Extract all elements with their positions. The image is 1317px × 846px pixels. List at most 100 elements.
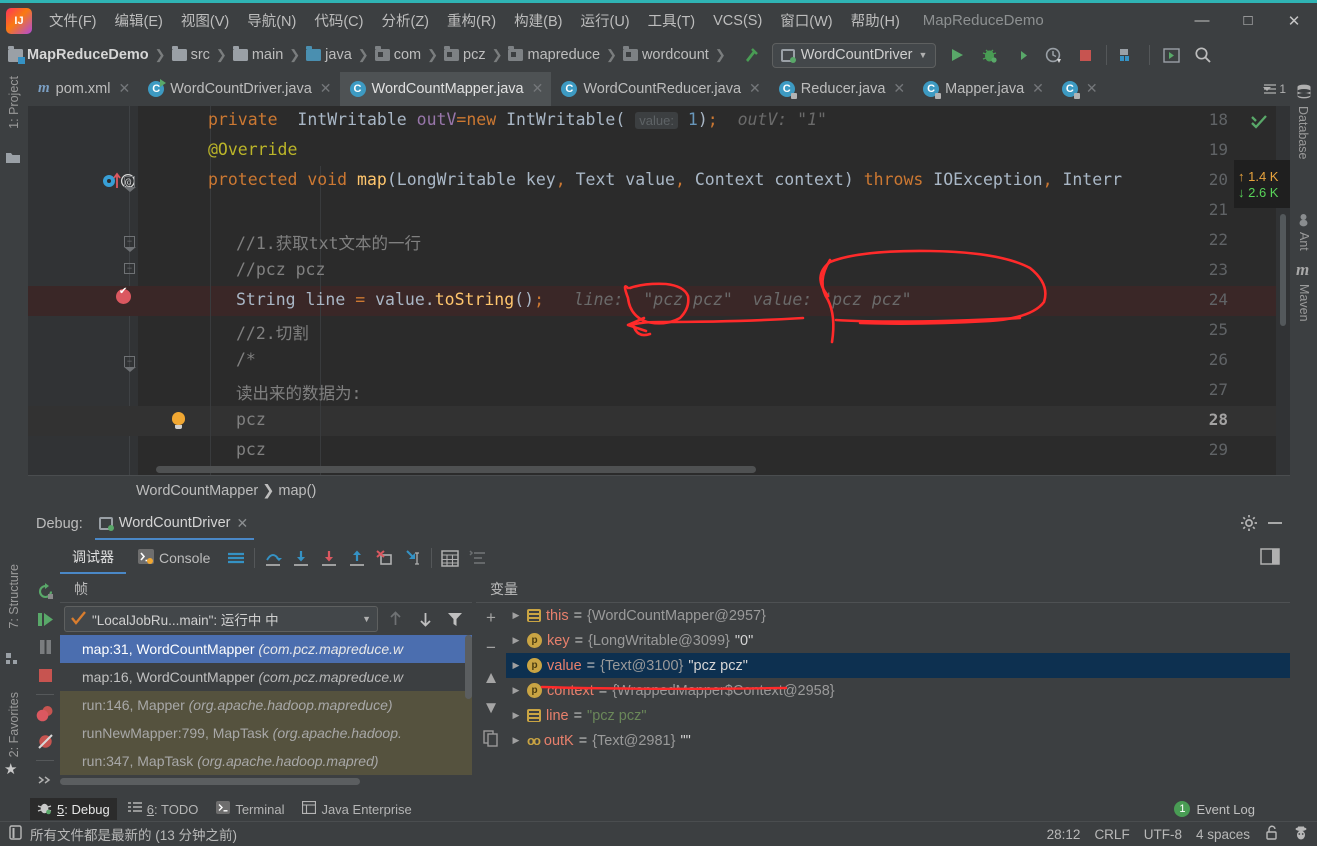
frame-up-icon[interactable] bbox=[382, 606, 408, 632]
frame-item[interactable]: runNewMapper:799, MapTask (org.apache.ha… bbox=[60, 719, 472, 747]
hector-inspection-icon[interactable] bbox=[1293, 825, 1309, 844]
menu-refactor[interactable]: 重构(R) bbox=[438, 7, 505, 34]
profiler-icon[interactable] bbox=[1038, 41, 1068, 69]
tool-window-button-java-enterprise[interactable]: Java Enterprise bbox=[295, 798, 418, 820]
tabs-overflow-control[interactable]: 1 bbox=[1262, 72, 1290, 106]
add-watch-icon[interactable]: + bbox=[479, 606, 503, 630]
breadcrumb-mapreduce[interactable]: mapreduce bbox=[506, 43, 602, 67]
event-log-button[interactable]: 1 Event Log bbox=[1174, 797, 1255, 821]
code-editor[interactable]: 18 19 20 21 22 23 24 25 26 27 28 29 @ − … bbox=[28, 106, 1290, 475]
close-icon[interactable]: ✕ bbox=[1086, 80, 1098, 97]
menu-run[interactable]: 运行(U) bbox=[571, 7, 638, 34]
fold-region-icon[interactable]: − bbox=[124, 356, 136, 372]
tab-reducer[interactable]: C Reducer.java ✕ bbox=[769, 72, 913, 106]
drop-frame-icon[interactable] bbox=[371, 545, 399, 571]
tab-console[interactable]: Console bbox=[126, 542, 222, 574]
tab-wordcountmapper[interactable]: C WordCountMapper.java ✕ bbox=[339, 72, 552, 106]
breadcrumb-com[interactable]: com bbox=[373, 43, 423, 67]
lock-icon[interactable] bbox=[1264, 825, 1279, 843]
copy-value-icon[interactable] bbox=[479, 726, 503, 750]
debug-button[interactable] bbox=[974, 41, 1004, 69]
frame-list[interactable]: map:31, WordCountMapper (com.pcz.mapredu… bbox=[60, 635, 472, 785]
step-out-icon[interactable] bbox=[343, 545, 371, 571]
breadcrumb-project[interactable]: MapReduceDemo bbox=[6, 43, 151, 67]
menu-analyze[interactable]: 分析(Z) bbox=[372, 7, 438, 34]
tool-window-favorites[interactable]: 2: Favorites bbox=[7, 692, 21, 757]
show-execution-point-icon[interactable] bbox=[222, 545, 250, 571]
project-structure-icon[interactable] bbox=[1113, 41, 1143, 69]
rerun-icon[interactable] bbox=[32, 579, 58, 605]
run-to-cursor-icon[interactable] bbox=[399, 545, 427, 571]
close-icon[interactable]: ✕ bbox=[532, 80, 544, 97]
sort-variables-icon[interactable] bbox=[464, 545, 492, 571]
frame-item[interactable]: map:16, WordCountMapper (com.pcz.mapredu… bbox=[60, 663, 472, 691]
settings-gear-icon[interactable] bbox=[1240, 514, 1258, 535]
menu-edit[interactable]: 编辑(E) bbox=[106, 7, 172, 34]
variable-row[interactable]: ▶ oo outK = {Text@2981} "" bbox=[506, 728, 1290, 753]
hide-panel-icon[interactable] bbox=[1266, 514, 1284, 535]
resume-program-icon[interactable] bbox=[32, 607, 58, 633]
frame-item[interactable]: run:347, MapTask (org.apache.hadoop.mapr… bbox=[60, 747, 472, 775]
remove-watch-icon[interactable]: − bbox=[479, 636, 503, 660]
evaluate-expression-icon[interactable] bbox=[436, 545, 464, 571]
frames-vertical-scrollbar[interactable] bbox=[465, 635, 472, 699]
tool-window-button-debug[interactable]: 5: Debug bbox=[30, 798, 117, 820]
close-icon[interactable]: ✕ bbox=[749, 80, 761, 97]
build-hammer-icon[interactable] bbox=[736, 41, 766, 69]
tab-debugger[interactable]: 调试器 bbox=[60, 542, 126, 574]
thread-selector[interactable]: "LocalJobRu...main": 运行中 中 ▼ bbox=[64, 606, 378, 632]
menu-view[interactable]: 视图(V) bbox=[172, 7, 238, 34]
tool-window-button-terminal[interactable]: Terminal bbox=[209, 798, 291, 820]
mute-breakpoints-icon[interactable] bbox=[32, 729, 58, 755]
run-with-coverage-icon[interactable] bbox=[1006, 41, 1036, 69]
step-over-icon[interactable] bbox=[259, 545, 287, 571]
close-icon[interactable]: ✕ bbox=[118, 80, 130, 97]
menu-code[interactable]: 代码(C) bbox=[305, 7, 372, 34]
expand-triangle-icon[interactable]: ▶ bbox=[510, 710, 522, 721]
expand-triangle-icon[interactable]: ▶ bbox=[510, 660, 522, 671]
tab-pom-xml[interactable]: m pom.xml ✕ bbox=[28, 72, 138, 106]
file-encoding[interactable]: UTF-8 bbox=[1144, 827, 1182, 842]
move-up-icon[interactable]: ▲ bbox=[479, 666, 503, 690]
variable-row[interactable]: ▶ p context = {WrappedMapper$Context@295… bbox=[506, 678, 1290, 703]
tool-window-project[interactable]: 1: Project bbox=[7, 76, 21, 129]
minimize-button[interactable]: — bbox=[1179, 3, 1225, 38]
menu-navigate[interactable]: 导航(N) bbox=[238, 7, 305, 34]
variable-row[interactable]: ▶ this = {WordCountMapper@2957} bbox=[506, 603, 1290, 628]
expand-triangle-icon[interactable]: ▶ bbox=[510, 610, 522, 621]
variable-row[interactable]: ▶ p value = {Text@3100} "pcz pcz" bbox=[506, 653, 1290, 678]
pause-program-icon[interactable] bbox=[32, 634, 58, 660]
variable-row[interactable]: ▶ p key = {LongWritable@3099} "0" bbox=[506, 628, 1290, 653]
tab-wordcountreducer[interactable]: C WordCountReducer.java ✕ bbox=[551, 72, 768, 106]
inspection-status-icon[interactable] bbox=[1250, 114, 1268, 133]
line-separator[interactable]: CRLF bbox=[1094, 827, 1129, 842]
breadcrumb-class[interactable]: WordCountMapper bbox=[136, 483, 258, 499]
restore-debug-layout-icon[interactable] bbox=[1260, 548, 1280, 568]
breadcrumb-method[interactable]: map() bbox=[278, 483, 316, 499]
breakpoint-icon[interactable] bbox=[116, 286, 131, 304]
tool-window-button-todo[interactable]: 6: TODO bbox=[121, 798, 206, 820]
tab-partial[interactable]: C ✕ bbox=[1052, 72, 1106, 106]
tool-window-ant[interactable]: Ant bbox=[1297, 232, 1311, 251]
expand-triangle-icon[interactable]: ▶ bbox=[510, 735, 522, 746]
breadcrumb-java[interactable]: java bbox=[304, 43, 354, 67]
breadcrumb-src[interactable]: src bbox=[170, 43, 212, 67]
close-icon[interactable]: ✕ bbox=[893, 80, 905, 97]
force-step-into-icon[interactable] bbox=[315, 545, 343, 571]
tool-window-maven[interactable]: Maven bbox=[1297, 284, 1311, 322]
variables-tree[interactable]: ▶ this = {WordCountMapper@2957} ▶ p key … bbox=[506, 603, 1290, 793]
frame-item[interactable]: map:31, WordCountMapper (com.pcz.mapredu… bbox=[60, 635, 472, 663]
stop-button[interactable] bbox=[1070, 41, 1100, 69]
variable-row[interactable]: ▶ line = "pcz pcz" bbox=[506, 703, 1290, 728]
editor-vertical-scrollbar[interactable] bbox=[1280, 214, 1286, 326]
frame-down-icon[interactable] bbox=[412, 606, 438, 632]
debug-session-tab[interactable]: WordCountDriver ✕ bbox=[94, 508, 255, 540]
close-icon[interactable]: ✕ bbox=[237, 515, 249, 532]
menu-tools[interactable]: 工具(T) bbox=[639, 7, 705, 34]
breadcrumb-main[interactable]: main bbox=[231, 43, 285, 67]
fold-region-icon[interactable]: − bbox=[124, 236, 136, 252]
menu-file[interactable]: 文件(F) bbox=[40, 7, 106, 34]
run-button[interactable] bbox=[942, 41, 972, 69]
menu-vcs[interactable]: VCS(S) bbox=[704, 10, 771, 32]
menu-build[interactable]: 构建(B) bbox=[505, 7, 571, 34]
